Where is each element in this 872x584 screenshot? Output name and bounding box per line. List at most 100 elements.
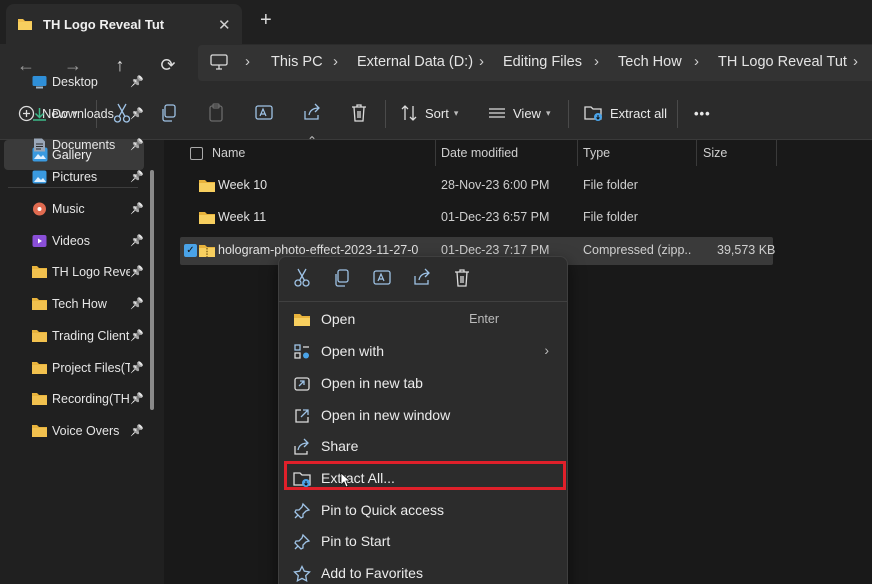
divider (677, 100, 678, 128)
folder-icon (199, 212, 215, 224)
pin-icon (294, 502, 311, 519)
pin-icon: 📌 (130, 393, 144, 405)
breadcrumb-this-pc[interactable]: This PC (271, 54, 323, 70)
sidebar-item-pictures[interactable]: Pictures 📌 (0, 166, 150, 188)
file-name: Week 11 (218, 210, 267, 224)
cut-icon[interactable] (290, 267, 314, 289)
delete-icon[interactable] (450, 267, 474, 289)
breadcrumb-separator: › (245, 53, 250, 70)
select-all-checkbox[interactable] (190, 147, 203, 160)
sidebar-item-th-logo-reveal[interactable]: TH Logo Reveal📌 (0, 261, 150, 283)
menu-item-open-new-window[interactable]: Open in new window (293, 401, 555, 431)
column-header-size[interactable]: Size (703, 146, 727, 160)
file-date: 01-Dec-23 6:57 PM (441, 210, 550, 224)
breadcrumb-th-logo-reveal[interactable]: TH Logo Reveal Tut (718, 54, 847, 70)
view-icon (489, 108, 505, 118)
sidebar-label: Documents (52, 138, 116, 152)
tab-title: TH Logo Reveal Tut (43, 17, 165, 32)
sidebar-item-downloads[interactable]: Downloads 📌 (0, 103, 150, 125)
breadcrumb-external-data[interactable]: External Data (D:) (357, 54, 473, 70)
copy-icon[interactable] (160, 101, 178, 125)
open-with-icon (294, 344, 309, 359)
menu-label: Open with (321, 343, 385, 359)
menu-item-pin-start[interactable]: Pin to Start (293, 527, 555, 557)
folder-icon (32, 393, 47, 405)
address-bar[interactable]: › This PC › External Data (D:) › Editing… (198, 45, 872, 81)
sidebar-item-trading-client[interactable]: Trading Client 📌 (0, 325, 150, 347)
column-divider[interactable] (776, 140, 777, 166)
column-divider[interactable] (435, 140, 436, 166)
menu-item-add-favorites[interactable]: Add to Favorites (293, 559, 555, 584)
column-header-type[interactable]: Type (583, 146, 610, 160)
sidebar-item-videos[interactable]: Videos 📌 (0, 230, 150, 252)
sidebar-item-recording-th[interactable]: Recording(TH) 📌 (0, 388, 150, 410)
menu-item-open-new-tab[interactable]: Open in new tab (293, 369, 555, 399)
breadcrumb-tech-how[interactable]: Tech How (618, 54, 682, 70)
copy-icon[interactable] (330, 267, 354, 289)
new-window-icon (295, 409, 309, 423)
menu-label: Open in new window (321, 407, 451, 423)
pin-icon: 📌 (130, 171, 144, 183)
divider (385, 100, 386, 128)
table-row[interactable]: Week 11 01-Dec-23 6:57 PM File folder (180, 204, 773, 232)
sidebar-label: Desktop (52, 75, 98, 89)
file-date: 28-Nov-23 6:00 PM (441, 178, 550, 192)
sidebar-item-project-files-th[interactable]: Project Files(TH📌 (0, 357, 150, 379)
navigation-pane: Gallery Desktop 📌 Downloads 📌 Documents 📌 Pict… (0, 75, 164, 584)
sidebar-scrollbar[interactable] (150, 170, 154, 410)
desktop-icon (32, 76, 47, 89)
breadcrumb-editing-files[interactable]: Editing Files (503, 54, 582, 70)
sort-indicator-icon: ⌃ (307, 134, 318, 148)
sidebar-item-music[interactable]: Music 📌 (0, 198, 150, 220)
pin-icon: 📌 (130, 139, 144, 151)
chevron-right-icon: › (544, 342, 549, 358)
sidebar-item-voice-overs[interactable]: Voice Overs 📌 (0, 420, 150, 442)
title-bar: TH Logo Reveal Tut ✕ + (0, 0, 872, 44)
paste-icon[interactable] (207, 101, 225, 125)
extract-all-button[interactable]: Extract all (584, 101, 667, 125)
file-size: 39,573 KB (717, 243, 776, 257)
sort-button[interactable]: Sort ▾ (400, 101, 458, 125)
menu-item-pin-quick-access[interactable]: Pin to Quick access (293, 496, 555, 526)
pin-icon: 📌 (130, 203, 144, 215)
sidebar-label: Project Files(TH (52, 361, 130, 375)
rename-icon[interactable] (254, 101, 274, 125)
open-folder-icon (294, 314, 310, 326)
tab-th-logo-reveal[interactable]: TH Logo Reveal Tut ✕ (6, 4, 242, 44)
menu-item-open-with[interactable]: Open with › (293, 337, 555, 367)
view-button[interactable]: View ▾ (488, 101, 550, 125)
column-header-name[interactable]: Name (212, 146, 245, 160)
folder-icon (18, 19, 32, 30)
pin-icon: 📌 (130, 108, 144, 120)
folder-icon (32, 362, 47, 374)
delete-icon[interactable] (350, 101, 368, 125)
menu-item-share[interactable]: Share (293, 432, 555, 462)
sidebar-label: Music (52, 202, 85, 216)
menu-label: Pin to Quick access (321, 502, 444, 518)
column-divider[interactable] (696, 140, 697, 166)
rename-icon[interactable] (370, 267, 394, 289)
sidebar-label: Pictures (52, 170, 98, 184)
sidebar-item-desktop[interactable]: Desktop 📌 (0, 71, 150, 93)
folder-icon (199, 180, 215, 192)
refresh-button[interactable]: ⟳ (156, 53, 180, 77)
sidebar-item-tech-how[interactable]: Tech How 📌 (0, 293, 150, 315)
folder-icon (32, 425, 47, 437)
share-icon[interactable] (302, 101, 322, 125)
highlight-box (284, 461, 566, 490)
column-header-date[interactable]: Date modified (441, 146, 518, 160)
table-row[interactable]: Week 10 28-Nov-23 6:00 PM File folder (180, 172, 773, 200)
breadcrumb-separator: › (694, 53, 699, 70)
file-type: File folder (583, 178, 638, 192)
file-name: hologram-photo-effect-2023-11-27-0 (218, 243, 418, 257)
close-tab-icon[interactable]: ✕ (218, 16, 231, 34)
row-checkbox[interactable]: ✓ (184, 244, 197, 257)
sidebar-item-documents[interactable]: Documents 📌 (0, 134, 150, 156)
more-options-button[interactable]: ••• (694, 101, 711, 125)
column-divider[interactable] (577, 140, 578, 166)
new-tab-button[interactable]: + (260, 10, 272, 30)
menu-label: Open (321, 311, 356, 327)
share-icon[interactable] (410, 267, 434, 289)
menu-item-open[interactable]: Open Enter (293, 305, 555, 335)
menu-label: Share (321, 438, 359, 454)
